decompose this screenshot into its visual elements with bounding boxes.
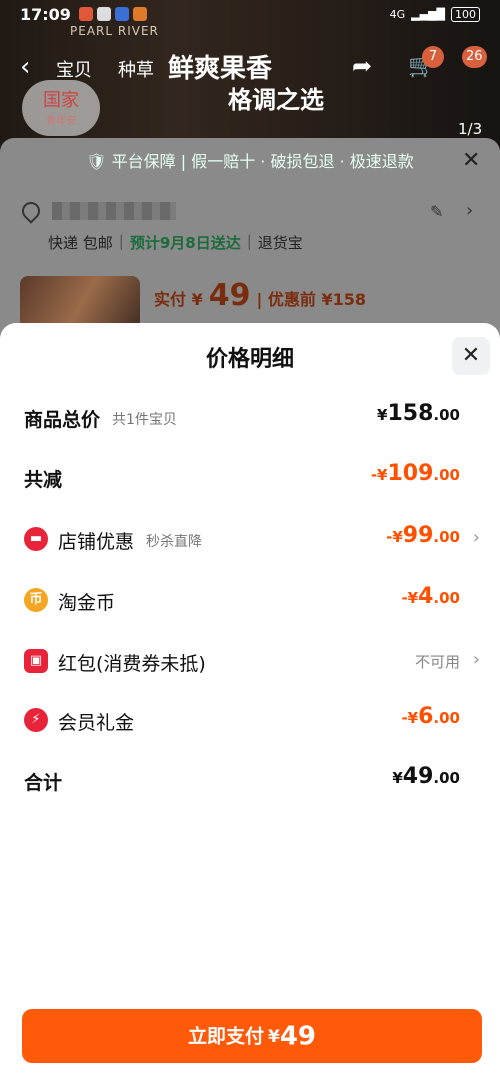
- close-icon[interactable]: ✕: [462, 148, 480, 173]
- status-bar: 17:09 4G ▂▄▆█ 100: [0, 0, 500, 28]
- redpacket-status: 不可用: [414, 653, 460, 671]
- shop-label: 店铺优惠: [58, 531, 135, 553]
- sum-int: 49: [402, 764, 434, 789]
- coin-currency: -¥: [401, 589, 419, 607]
- coin-value: -¥4.00: [401, 584, 460, 609]
- shipping-method: 快递 包邮: [48, 234, 113, 252]
- notification-icon: [96, 7, 111, 21]
- total-label: 商品总价: [24, 409, 101, 431]
- row-shop-discount[interactable]: ▬ 店铺优惠 秒杀直降 -¥99.00 ›: [0, 519, 500, 559]
- row-sum: 合计 ¥49.00: [0, 760, 500, 800]
- pay-now-button[interactable]: 立即支付 ¥49: [22, 1009, 482, 1063]
- pre-discount-price: | 优惠前 ¥158: [256, 290, 366, 309]
- shop-icon: ▬: [24, 527, 48, 551]
- sum-dec: .00: [433, 769, 460, 787]
- sum-label: 合计: [24, 772, 63, 794]
- reduce-int: 109: [387, 461, 434, 486]
- edit-icon[interactable]: ✎: [430, 202, 443, 221]
- guojia-label: 国家: [43, 90, 79, 111]
- coin-label: 淘金币: [58, 592, 116, 614]
- row-redpacket[interactable]: ▣ 红包(消费券未抵) 不可用 ›: [0, 641, 500, 681]
- share-icon[interactable]: ➦: [352, 52, 372, 80]
- shop-sub: 秒杀直降: [146, 534, 202, 550]
- reduce-label: 共减: [24, 469, 63, 491]
- reduce-value: -¥109.00: [371, 461, 460, 486]
- row-reduce: 共减 -¥109.00: [0, 457, 500, 497]
- chevron-right-icon[interactable]: ›: [466, 200, 473, 221]
- pay-button-amount: 49: [279, 1021, 317, 1052]
- total-sub: 共1件宝贝: [112, 412, 177, 428]
- chevron-right-icon[interactable]: ›: [473, 649, 480, 670]
- notification-icon: [114, 7, 129, 21]
- sheet-title: 价格明细: [205, 347, 294, 372]
- notification-icon: [132, 7, 147, 21]
- signal-icon: ▂▄▆█: [411, 7, 445, 21]
- redpacket-label: 红包(消费券未抵): [58, 653, 206, 675]
- coin-dec: .00: [433, 589, 460, 607]
- divider: |: [118, 232, 124, 250]
- shop-value: -¥99.00: [386, 523, 460, 548]
- promo-text-2: 格调之选: [228, 86, 324, 114]
- address-redacted[interactable]: [52, 202, 176, 220]
- guarantee-banner: 🛡 平台保障 | 假一赔十 · 破损包退 · 极速退款: [0, 146, 500, 178]
- shipping-extra: 退货宝: [257, 234, 303, 252]
- shop-int: 99: [402, 523, 434, 548]
- coin-int: 4: [418, 584, 434, 609]
- sum-currency: ¥: [392, 769, 403, 787]
- shipping-row: 快递 包邮 | 预计9月8日送达 | 退货宝: [48, 232, 303, 253]
- member-dec: .00: [433, 709, 460, 727]
- close-button[interactable]: ✕: [452, 337, 490, 375]
- member-label: 会员礼金: [58, 712, 135, 734]
- tab-item[interactable]: 宝贝: [56, 56, 92, 82]
- shield-icon: 🛡: [86, 152, 107, 171]
- member-int: 6: [418, 704, 434, 729]
- chevron-right-icon[interactable]: ›: [473, 527, 480, 548]
- member-value: -¥6.00: [401, 704, 460, 729]
- row-coin: 币 淘金币 -¥4.00: [0, 580, 500, 620]
- sum-value: ¥49.00: [392, 764, 460, 789]
- total-value: ¥158.00: [377, 401, 460, 426]
- total-dec: .00: [433, 406, 460, 424]
- pay-button-label: 立即支付: [187, 1025, 264, 1048]
- shop-dec: .00: [433, 528, 460, 546]
- row-total: 商品总价 共1件宝贝 ¥158.00: [0, 397, 500, 437]
- page-indicator: 1/3: [458, 120, 483, 138]
- price-row: 实付 ¥ 49 | 优惠前 ¥158: [154, 278, 366, 313]
- total-currency: ¥: [377, 406, 388, 424]
- notification-icon: [78, 7, 93, 21]
- coin-icon: 币: [24, 588, 48, 612]
- status-right: 4G ▂▄▆█ 100: [389, 6, 480, 22]
- shop-currency: -¥: [386, 528, 403, 546]
- message-badge: 26: [462, 46, 487, 68]
- row-member: ⚡ 会员礼金 -¥6.00: [0, 700, 500, 740]
- redpacket-icon: ▣: [24, 649, 48, 673]
- shipping-estimate: 预计9月8日送达: [129, 234, 241, 252]
- pay-label: 实付 ¥: [154, 290, 203, 309]
- close-icon[interactable]: ✕: [462, 343, 480, 368]
- back-icon[interactable]: ‹: [20, 52, 30, 82]
- lightning-icon: ⚡: [24, 708, 48, 732]
- member-currency: -¥: [401, 709, 419, 727]
- cart-badge: 7: [422, 46, 444, 68]
- guojia-badge: 国家 青年安: [22, 80, 100, 136]
- divider: |: [246, 232, 252, 250]
- guarantee-text: 平台保障 | 假一赔十 · 破损包退 · 极速退款: [111, 152, 414, 171]
- pay-button-currency: ¥: [267, 1026, 280, 1047]
- price-detail-sheet: 价格明细 ✕ 商品总价 共1件宝贝 ¥158.00 共减 -¥109.00 ▬ …: [0, 323, 500, 1073]
- total-int: 158: [387, 401, 434, 426]
- guojia-sub: 青年安: [46, 116, 76, 127]
- battery-icon: 100: [451, 6, 480, 22]
- tab-seeding[interactable]: 种草: [118, 56, 154, 82]
- network-label: 4G: [389, 7, 406, 21]
- pay-amount: 49: [208, 278, 251, 313]
- status-time: 17:09: [20, 4, 71, 24]
- reduce-currency: -¥: [370, 466, 388, 484]
- reduce-dec: .00: [433, 466, 460, 484]
